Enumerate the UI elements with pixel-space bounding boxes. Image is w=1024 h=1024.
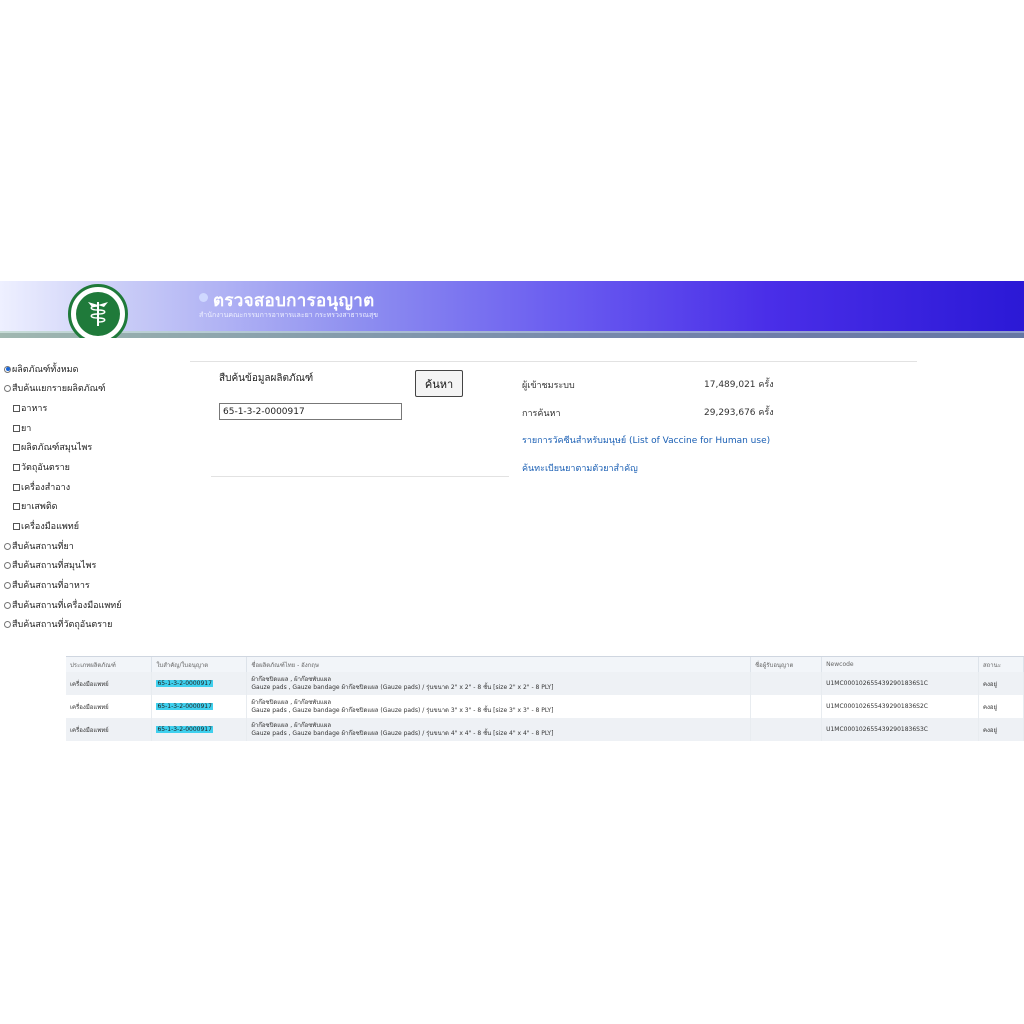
highlighted-license[interactable]: 65-1-3-2-0000917	[156, 726, 213, 733]
cell-status: คงอยู่	[978, 718, 1024, 741]
cell-type: เครื่องมือแพทย์	[66, 695, 153, 718]
cell-type: เครื่องมือแพทย์	[66, 672, 153, 695]
column-header-name[interactable]: ชื่อผลิตภัณฑ์ไทย - อังกฤษ	[246, 657, 752, 672]
column-header-status[interactable]: สถานะ	[978, 657, 1024, 672]
cell-licensee	[750, 718, 823, 741]
divider	[211, 476, 509, 477]
product-name-th: ผ้าก๊อซปิดแผล , ผ้าก๊อซพับแผล	[251, 698, 332, 706]
cell-newcode: U1MC0001026554392901836S1C	[821, 672, 979, 695]
sidebar-item-food-place[interactable]: สืบค้นสถานที่อาหาร	[4, 578, 90, 592]
radio-button[interactable]	[4, 384, 11, 392]
cell-status: คงอยู่	[978, 695, 1024, 718]
table-row[interactable]: เครื่องมือแพทย์ 65-1-3-2-0000917 ผ้าก๊อซ…	[66, 672, 1024, 695]
sidebar-item-label: อาหาร	[21, 404, 48, 414]
table-row[interactable]: เครื่องมือแพทย์ 65-1-3-2-0000917 ผ้าก๊อซ…	[66, 695, 1024, 718]
searches-count: 29,293,676 ครั้ง	[704, 408, 774, 418]
checkbox[interactable]	[13, 483, 20, 491]
caduceus-icon	[76, 292, 120, 336]
sidebar-item-label: ผลิตภัณฑ์ทั้งหมด	[12, 365, 79, 375]
highlighted-license[interactable]: 65-1-3-2-0000917	[156, 703, 213, 710]
radio-button[interactable]	[4, 581, 11, 589]
column-header-licensee[interactable]: ชื่อผู้รับอนุญาต	[750, 657, 823, 672]
radio-button[interactable]	[4, 542, 11, 550]
sidebar-item-label: สืบค้นสถานที่วัตถุอันตราย	[12, 620, 113, 630]
sidebar-item-label: สืบค้นสถานที่อาหาร	[12, 581, 90, 591]
sidebar-item-label: ยาเสพติด	[21, 502, 58, 512]
sidebar-item-label: สืบค้นสถานที่ยา	[12, 542, 74, 552]
search-label: สืบค้นข้อมูลผลิตภัณฑ์	[219, 373, 314, 384]
product-name-en: Gauze pads , Gauze bandage ผ้าก๊อซปิดแผล…	[251, 706, 554, 714]
radio-button[interactable]	[4, 561, 11, 569]
highlighted-license[interactable]: 65-1-3-2-0000917	[156, 680, 213, 687]
sidebar-item-hazardous[interactable]: วัตถุอันตราย	[13, 460, 70, 474]
cell-product-name: ผ้าก๊อซปิดแผล , ผ้าก๊อซพับแผล Gauze pads …	[246, 695, 752, 718]
cell-licensee	[750, 672, 823, 695]
sidebar-item-herbal[interactable]: ผลิตภัณฑ์สมุนไพร	[13, 440, 92, 454]
checkbox[interactable]	[13, 463, 20, 471]
sidebar-item-label: เครื่องมือแพทย์	[21, 522, 80, 532]
page-subtitle: สำนักงานคณะกรรมการอาหารและยา กระทรวงสาธา…	[199, 311, 379, 319]
title-bullet-icon	[199, 293, 208, 302]
checkbox[interactable]	[13, 404, 20, 412]
sidebar-item-label: สืบค้นแยกรายผลิตภัณฑ์	[12, 384, 106, 394]
cell-product-name: ผ้าก๊อซปิดแผล , ผ้าก๊อซพับแผล Gauze pads …	[246, 718, 752, 741]
visitors-label: ผู้เข้าชมระบบ	[522, 381, 575, 391]
sidebar-item-label: ยา	[21, 424, 32, 434]
sidebar-item-cosmetic[interactable]: เครื่องสำอาง	[13, 480, 70, 494]
visitors-count: 17,489,021 ครั้ง	[704, 380, 774, 390]
ministry-logo[interactable]	[68, 284, 128, 338]
cell-license[interactable]: 65-1-3-2-0000917	[151, 672, 248, 695]
sidebar-item-hazardous-place[interactable]: สืบค้นสถานที่วัตถุอันตราย	[4, 617, 112, 631]
cell-license[interactable]: 65-1-3-2-0000917	[151, 695, 248, 718]
cell-license[interactable]: 65-1-3-2-0000917	[151, 718, 248, 741]
sidebar-item-label: สืบค้นสถานที่สมุนไพร	[12, 561, 97, 571]
banner-stripe	[0, 333, 1024, 338]
sidebar-item-device-place[interactable]: สืบค้นสถานที่เครื่องมือแพทย์	[4, 598, 121, 612]
cell-type: เครื่องมือแพทย์	[66, 718, 153, 741]
radio-button[interactable]	[4, 620, 11, 628]
sidebar-item-food[interactable]: อาหาร	[13, 401, 47, 415]
checkbox[interactable]	[13, 502, 20, 510]
cell-status: คงอยู่	[978, 672, 1024, 695]
checkbox[interactable]	[13, 424, 20, 432]
sidebar-item-label: เครื่องสำอาง	[21, 483, 71, 493]
cell-licensee	[750, 695, 823, 718]
table-header-row: ประเภทผลิตภัณฑ์ ใบสำคัญ/ใบอนุญาต ชื่อผลิ…	[66, 657, 1024, 672]
cell-product-name: ผ้าก๊อซปิดแผล , ผ้าก๊อซพับแผล Gauze pads …	[246, 672, 752, 695]
drug-register-link[interactable]: ค้นทะเบียนยาตามตัวยาสำคัญ	[522, 461, 638, 475]
column-header-newcode[interactable]: Newcode	[821, 657, 979, 672]
header-banner: ตรวจสอบการอนุญาต สำนักงานคณะกรรมการอาหาร…	[0, 281, 1024, 338]
column-header-type[interactable]: ประเภทผลิตภัณฑ์	[66, 657, 153, 672]
sidebar-item-label: สืบค้นสถานที่เครื่องมือแพทย์	[12, 601, 122, 611]
sidebar-item-medical-device[interactable]: เครื่องมือแพทย์	[13, 519, 79, 533]
cell-newcode: U1MC0001026554392901836S2C	[821, 695, 979, 718]
sidebar-item-drug[interactable]: ยา	[13, 421, 31, 435]
searches-label: การค้นหา	[522, 409, 561, 419]
sidebar-item-herbal-place[interactable]: สืบค้นสถานที่สมุนไพร	[4, 558, 96, 572]
product-name-en: Gauze pads , Gauze bandage ผ้าก๊อซปิดแผล…	[251, 729, 554, 737]
table-row[interactable]: เครื่องมือแพทย์ 65-1-3-2-0000917 ผ้าก๊อซ…	[66, 718, 1024, 741]
radio-button[interactable]	[4, 601, 11, 609]
sidebar-item-label: ผลิตภัณฑ์สมุนไพร	[21, 443, 93, 453]
product-name-th: ผ้าก๊อซปิดแผล , ผ้าก๊อซพับแผล	[251, 675, 332, 683]
checkbox[interactable]	[13, 522, 20, 530]
search-button[interactable]: ค้นหา	[415, 370, 463, 397]
cell-newcode: U1MC0001026554392901836S3C	[821, 718, 979, 741]
sidebar-item-by-product[interactable]: สืบค้นแยกรายผลิตภัณฑ์	[4, 381, 105, 395]
divider	[190, 361, 917, 362]
radio-button[interactable]	[4, 365, 11, 373]
vaccine-list-link[interactable]: รายการวัคซีนสำหรับมนุษย์ (List of Vaccin…	[522, 433, 770, 447]
product-name-th: ผ้าก๊อซปิดแผล , ผ้าก๊อซพับแผล	[251, 721, 332, 729]
sidebar-item-label: วัตถุอันตราย	[21, 463, 70, 473]
column-header-license[interactable]: ใบสำคัญ/ใบอนุญาต	[151, 657, 248, 672]
checkbox[interactable]	[13, 443, 20, 451]
search-input[interactable]	[219, 403, 402, 420]
sidebar-item-drug-place[interactable]: สืบค้นสถานที่ยา	[4, 539, 74, 553]
sidebar-item-all-products[interactable]: ผลิตภัณฑ์ทั้งหมด	[4, 362, 78, 376]
sidebar-item-narcotic[interactable]: ยาเสพติด	[13, 499, 58, 513]
product-name-en: Gauze pads , Gauze bandage ผ้าก๊อซปิดแผล…	[251, 683, 554, 691]
